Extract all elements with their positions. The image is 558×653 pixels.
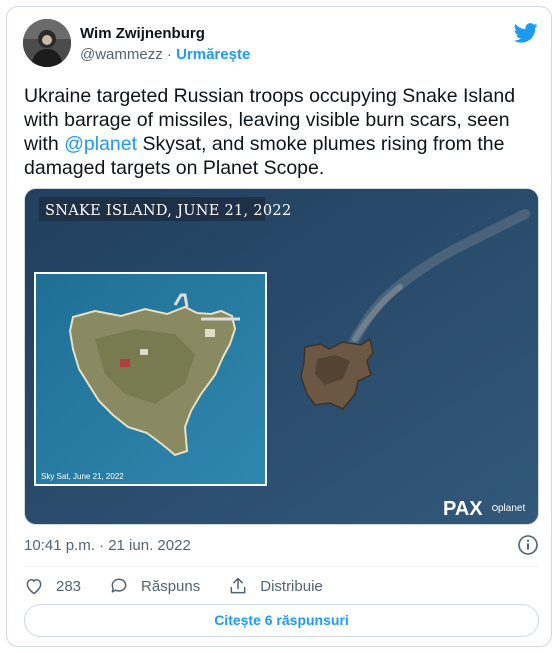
reply-label: Răspuns (141, 577, 201, 595)
author-meta-row: @wammezz · Urmărește (80, 46, 250, 63)
share-icon (230, 577, 246, 594)
divider (24, 566, 539, 567)
action-bar: 283 Răspuns Distribuie (24, 574, 351, 598)
avatar[interactable] (23, 19, 71, 67)
caption-banner: SNAKE ISLAND, JUNE 21, 2022 (45, 203, 291, 219)
reply-icon (111, 578, 127, 593)
likes-count: 283 (56, 577, 82, 595)
heart-icon (26, 578, 42, 595)
separator: · (166, 46, 172, 63)
pax-logo: PAX (443, 498, 483, 520)
tweet-card: Wim Zwijnenburg @wammezz · Urmărește Ukr… (6, 6, 552, 647)
follow-button[interactable]: Urmărește (176, 46, 250, 63)
twitter-bird-icon[interactable] (514, 23, 538, 43)
inset-building (205, 329, 215, 337)
mention-link[interactable]: @planet (64, 133, 137, 155)
like-button[interactable]: 283 (24, 576, 81, 596)
author-name[interactable]: Wim Zwijnenburg (80, 25, 205, 42)
read-replies-button[interactable]: Citește 6 răspunsuri (24, 604, 539, 637)
info-icon[interactable] (517, 534, 539, 556)
reply-button[interactable]: Răspuns (109, 576, 200, 596)
planet-logo: planet (498, 503, 525, 514)
inset-building (140, 349, 148, 355)
share-button[interactable]: Distribuie (228, 576, 323, 596)
inset-building (120, 359, 130, 367)
share-label: Distribuie (260, 577, 323, 595)
inset-caption: Sky Sat, June 21, 2022 (41, 472, 124, 481)
author-handle[interactable]: @wammezz (80, 46, 163, 63)
tweet-text: Ukraine targeted Russian troops occupyin… (24, 84, 539, 180)
tweet-timestamp[interactable]: 10:41 p.m. · 21 iun. 2022 (24, 537, 191, 554)
tweet-media[interactable]: SNAKE ISLAND, JUNE 21, 2022 Sky Sat, Jun… (24, 188, 539, 525)
